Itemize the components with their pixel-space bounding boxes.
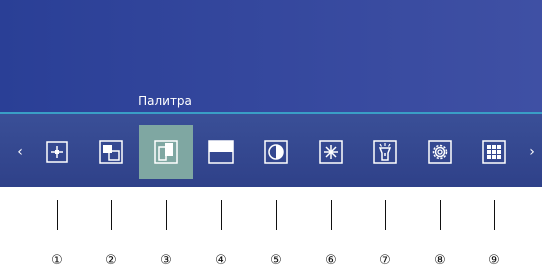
callout-line-5 <box>276 200 277 230</box>
callout-number-3: ③ <box>160 253 172 268</box>
callout-line-1 <box>57 200 58 230</box>
toolbar-item-split-screen[interactable] <box>194 125 248 179</box>
callout-number-1: ① <box>51 253 63 268</box>
callout-number-5: ⑤ <box>270 253 282 268</box>
callout-line-9 <box>494 200 495 230</box>
callout-number-8: ⑧ <box>434 253 446 268</box>
toolbar-item-brightness[interactable] <box>304 125 358 179</box>
crosshair-icon <box>46 141 68 163</box>
palette-icon <box>154 140 178 164</box>
prev-arrow-button[interactable]: ‹ <box>14 145 26 159</box>
tooltip-label: Палитра <box>138 94 192 108</box>
callout-line-2 <box>111 200 112 230</box>
callout-number-9: ⑨ <box>488 253 500 268</box>
callout-number-4: ④ <box>215 253 227 268</box>
next-arrow-button[interactable]: › <box>526 145 538 159</box>
callout-line-8 <box>440 200 441 230</box>
flashlight-icon <box>373 140 397 164</box>
callout-line-3 <box>166 200 167 230</box>
brightness-icon <box>319 140 343 164</box>
toolbar-item-contrast[interactable] <box>249 125 303 179</box>
contrast-icon <box>264 140 288 164</box>
callout-number-6: ⑥ <box>325 253 337 268</box>
overlap-windows-icon <box>99 140 123 164</box>
toolbar-item-overlap-windows[interactable] <box>84 125 138 179</box>
callout-number-7: ⑦ <box>379 253 391 268</box>
toolbar-item-settings[interactable] <box>413 125 467 179</box>
callout-number-2: ② <box>105 253 117 268</box>
toolbar-item-flashlight[interactable] <box>358 125 412 179</box>
callout-line-4 <box>221 200 222 230</box>
split-screen-icon <box>208 140 234 164</box>
toolbar-item-grid-apps[interactable] <box>467 125 521 179</box>
toolbar-item-crosshair[interactable] <box>30 125 84 179</box>
settings-gear-icon <box>428 140 452 164</box>
callout-line-6 <box>331 200 332 230</box>
grid-apps-icon <box>482 140 506 164</box>
toolbar-item-palette[interactable] <box>139 125 193 179</box>
callout-line-7 <box>385 200 386 230</box>
